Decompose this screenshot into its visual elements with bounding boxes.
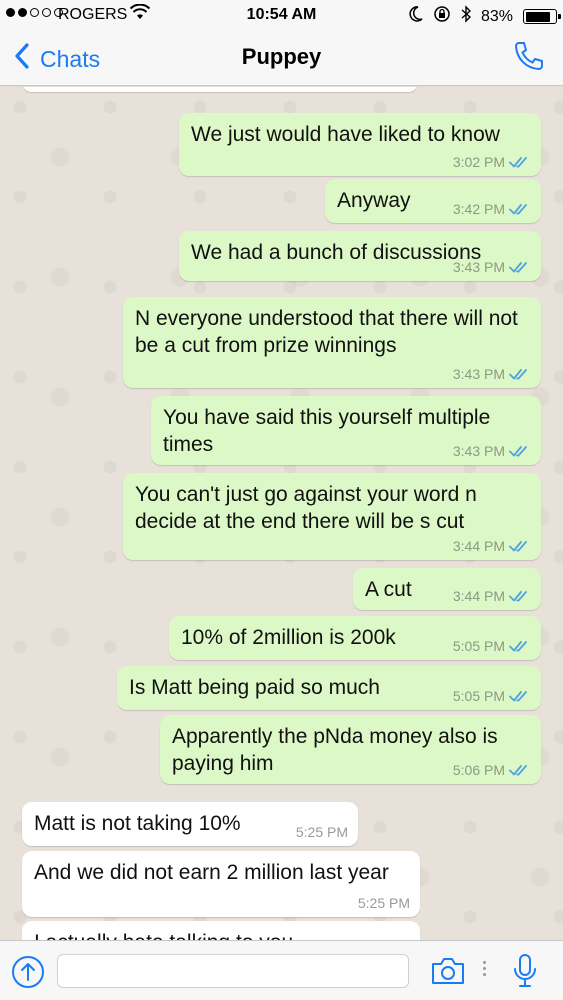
message-time: 3:02 PM — [452, 154, 505, 170]
upload-button[interactable] — [11, 955, 45, 994]
outgoing-message[interactable]: N everyone understood that there will no… — [123, 297, 541, 388]
message-meta: 5:25 PM — [358, 895, 410, 911]
read-receipt-icon — [509, 157, 527, 168]
read-receipt-icon — [509, 541, 527, 552]
navigation-bar: Chats Puppey — [0, 30, 563, 86]
message-text: I actually hate talking to you — [34, 929, 408, 940]
input-bar — [0, 940, 563, 1000]
bluetooth-icon — [461, 5, 471, 28]
message-time: 3:43 PM — [452, 259, 505, 275]
outgoing-message[interactable]: You can't just go against your word n de… — [123, 473, 541, 560]
outgoing-message[interactable]: Apparently the pNda money also is paying… — [160, 715, 541, 784]
outgoing-message[interactable]: Anyway 3:42 PM — [325, 179, 541, 223]
message-meta: 3:43 PM — [453, 366, 531, 382]
camera-icon — [430, 958, 466, 990]
outgoing-message[interactable]: You have said this yourself multiple tim… — [151, 396, 541, 465]
message-time: 5:05 PM — [452, 688, 505, 704]
message-time: 3:43 PM — [452, 366, 505, 382]
read-receipt-icon — [509, 204, 527, 215]
message-input[interactable] — [57, 954, 409, 988]
outgoing-message[interactable]: We had a bunch of discussions 3:43 PM — [179, 231, 541, 281]
message-time: 5:25 PM — [357, 895, 410, 911]
outgoing-message[interactable]: A cut 3:44 PM — [353, 568, 541, 610]
microphone-icon — [512, 954, 538, 993]
upload-icon — [11, 956, 45, 993]
message-list[interactable]: We just would have liked to know 3:02 PM A… — [0, 87, 563, 940]
outgoing-message[interactable]: 10% of 2million is 200k 5:05 PM — [169, 616, 541, 660]
message-meta: 5:05 PM — [453, 688, 531, 704]
contact-name[interactable]: Puppey — [0, 44, 563, 70]
incoming-message[interactable]: Matt is not taking 10% 5:25 PM — [22, 802, 358, 846]
more-options-icon[interactable] — [483, 961, 486, 976]
incoming-message[interactable]: And we did not earn 2 million last year 5… — [22, 851, 420, 917]
message-time: 3:44 PM — [452, 538, 505, 554]
message-time: 5:25 PM — [295, 824, 348, 840]
incoming-message[interactable]: I actually hate talking to you — [22, 921, 420, 940]
message-meta: 5:05 PM — [453, 638, 531, 654]
message-meta: 3:42 PM — [453, 201, 531, 217]
read-receipt-icon — [509, 691, 527, 702]
message-text: N everyone understood that there will no… — [135, 307, 518, 357]
message-text: You can't just go against your word n de… — [135, 483, 477, 533]
message-meta: 3:44 PM — [453, 588, 531, 604]
outgoing-message[interactable]: Is Matt being paid so much 5:05 PM — [117, 666, 541, 710]
read-receipt-icon — [509, 765, 527, 776]
read-receipt-icon — [509, 446, 527, 457]
battery-percent: 83% — [480, 7, 513, 25]
message-meta: 3:02 PM — [453, 154, 531, 170]
read-receipt-icon — [509, 641, 527, 652]
message-meta: 5:25 PM — [296, 824, 348, 840]
message-text: We just would have liked to know — [191, 123, 500, 146]
message-bubble-partial — [22, 87, 418, 92]
message-meta: 3:43 PM — [453, 443, 531, 459]
outgoing-message[interactable]: We just would have liked to know 3:02 PM — [179, 113, 541, 176]
message-time: 3:44 PM — [452, 588, 505, 604]
message-time: 5:06 PM — [452, 762, 505, 778]
message-time: 3:43 PM — [452, 443, 505, 459]
message-meta: 3:43 PM — [453, 259, 531, 275]
message-meta: 5:06 PM — [453, 762, 531, 778]
camera-button[interactable] — [430, 956, 466, 991]
battery-icon — [523, 9, 561, 24]
phone-icon — [513, 42, 545, 76]
message-time: 3:42 PM — [452, 201, 505, 217]
call-button[interactable] — [513, 40, 545, 77]
read-receipt-icon — [509, 369, 527, 380]
message-meta: 3:44 PM — [453, 538, 531, 554]
message-text: And we did not earn 2 million last year — [34, 861, 389, 884]
read-receipt-icon — [509, 262, 527, 273]
message-time: 5:05 PM — [452, 638, 505, 654]
read-receipt-icon — [509, 591, 527, 602]
status-bar: ROGERS 10:54 AM 83% — [0, 0, 563, 30]
do-not-disturb-icon — [409, 6, 423, 27]
rotation-lock-icon — [433, 5, 451, 28]
microphone-button[interactable] — [512, 953, 538, 994]
